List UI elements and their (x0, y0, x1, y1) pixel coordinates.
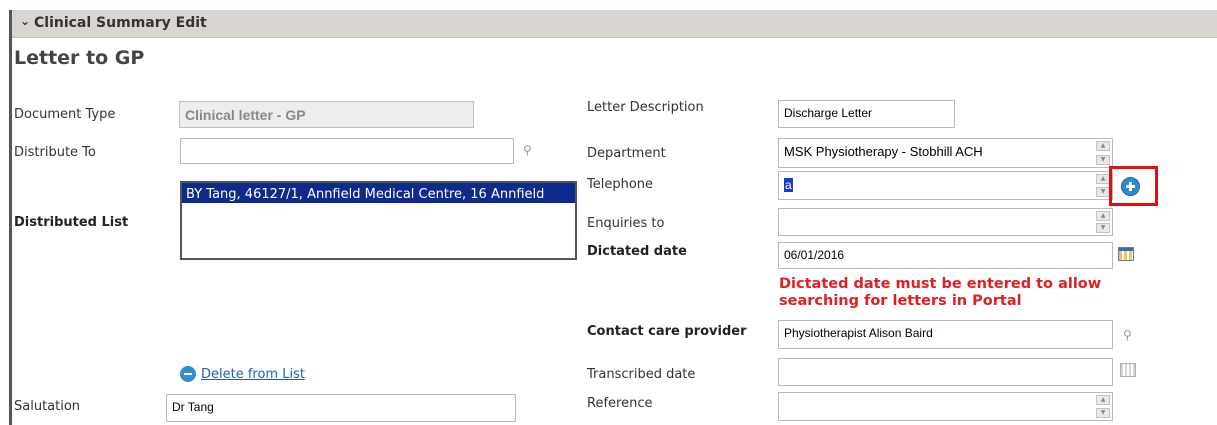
list-item[interactable]: BY Tang, 46127/1, Annfield Medical Centr… (182, 183, 575, 203)
salutation-input[interactable]: Dr Tang (166, 394, 516, 422)
minus-circle-icon[interactable] (180, 366, 196, 382)
chevron-down-icon[interactable]: ⌄ (20, 14, 30, 28)
search-icon[interactable]: ⚲ (523, 143, 532, 157)
contact-care-provider-value: Physiotherapist Alison Baird (784, 326, 933, 340)
reference-label: Reference (587, 396, 653, 411)
dictated-date-value: 06/01/2016 (784, 248, 845, 262)
department-scroll[interactable]: ▲ ▼ (1096, 141, 1110, 165)
transcribed-date-value (779, 359, 1112, 364)
dictated-date-input[interactable]: 06/01/2016 (778, 242, 1113, 269)
transcribed-date-input[interactable] (778, 358, 1113, 386)
form-title: Letter to GP (14, 47, 145, 69)
distributed-list[interactable]: BY Tang, 46127/1, Annfield Medical Centr… (180, 181, 577, 260)
document-type-field: Clinical letter - GP (179, 101, 474, 128)
contact-care-provider-label: Contact care provider (587, 324, 747, 339)
reference-input[interactable]: ▲ ▼ (778, 392, 1113, 421)
telephone-scroll[interactable]: ▲ ▼ (1096, 174, 1110, 197)
contact-care-provider-input[interactable]: Physiotherapist Alison Baird (778, 320, 1113, 349)
distribute-to-label: Distribute To (14, 145, 96, 160)
enquiries-to-value (779, 209, 1112, 214)
department-value: MSK Physiotherapy - Stobhill ACH (784, 144, 983, 159)
dictated-date-label: Dictated date (587, 244, 687, 259)
transcribed-date-label: Transcribed date (587, 367, 696, 382)
search-icon[interactable]: ⚲ (1123, 328, 1132, 342)
warning-line-2: searching for letters in Portal (779, 293, 1022, 309)
distribute-to-input[interactable] (180, 138, 514, 164)
left-border (9, 10, 12, 425)
department-select[interactable]: MSK Physiotherapy - Stobhill ACH ▲ ▼ (778, 138, 1113, 168)
warning-line-1: Dictated date must be entered to allow (779, 276, 1102, 292)
salutation-value: Dr Tang (172, 400, 214, 414)
distributed-list-label: Distributed List (14, 215, 129, 230)
enquiries-to-label: Enquiries to (587, 216, 665, 231)
calendar-icon[interactable] (1118, 247, 1134, 261)
enquiries-to-input[interactable]: ▲ ▼ (778, 208, 1113, 236)
telephone-value: a (784, 178, 793, 192)
department-label: Department (587, 146, 666, 161)
telephone-label: Telephone (587, 177, 654, 192)
telephone-input[interactable]: a ▲ ▼ (778, 171, 1113, 200)
section-header[interactable]: ⌄ Clinical Summary Edit (12, 10, 1217, 38)
salutation-label: Salutation (14, 399, 81, 414)
plus-circle-icon[interactable] (1121, 177, 1140, 196)
enquiries-scroll[interactable]: ▲ ▼ (1096, 211, 1110, 233)
document-type-value: Clinical letter - GP (185, 107, 306, 123)
dictated-date-warning: Dictated date must be entered to allow s… (779, 276, 1199, 310)
delete-from-list-link[interactable]: Delete from List (201, 367, 305, 382)
letter-description-label: Letter Description (587, 100, 704, 115)
reference-scroll[interactable]: ▲ ▼ (1096, 395, 1110, 418)
section-title: Clinical Summary Edit (34, 15, 207, 31)
distribute-to-value (181, 139, 513, 144)
letter-description-value: Discharge Letter (784, 106, 873, 120)
letter-description-input[interactable]: Discharge Letter (778, 100, 955, 128)
calendar-icon[interactable] (1120, 363, 1136, 377)
reference-value (779, 393, 1112, 398)
document-type-label: Document Type (14, 107, 116, 122)
